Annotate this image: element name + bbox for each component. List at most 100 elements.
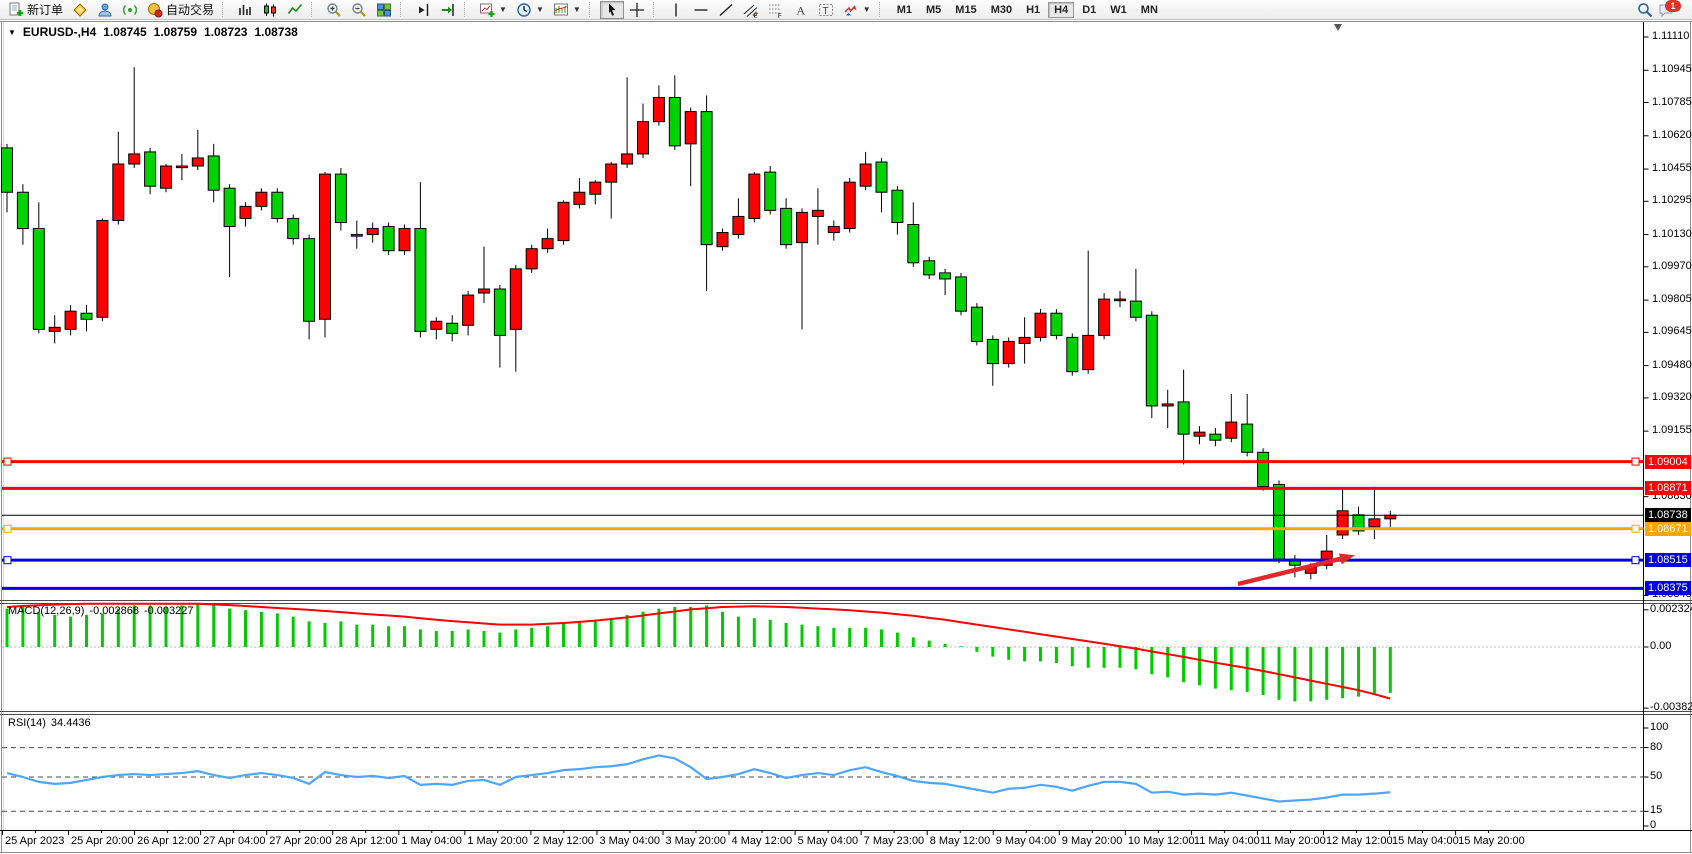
price-line-handle[interactable] (4, 525, 11, 532)
toolbar-separator (464, 2, 471, 17)
arrows-tool-button[interactable]: ▼ (839, 1, 875, 19)
market-stack-button[interactable] (68, 1, 92, 19)
cursor-icon (604, 2, 620, 18)
candle-body (1067, 337, 1078, 371)
price-axis-tick-label: 1.10620 (1652, 129, 1692, 141)
zoom-in-icon (326, 2, 342, 18)
macd-axis-label: 0.00 (1650, 640, 1671, 652)
price-axis-tick-label: 1.09155 (1652, 424, 1692, 436)
accounts-icon (97, 2, 113, 18)
zoom-out-button[interactable] (347, 1, 371, 19)
candle-body (717, 233, 728, 247)
macd-value: -0.002868 (89, 605, 139, 617)
candle-body (1242, 424, 1253, 452)
timeframe-button-h1[interactable]: H1 (1020, 2, 1046, 18)
collapse-triangle-icon[interactable]: ▼ (8, 28, 16, 37)
timeframe-button-m5[interactable]: M5 (920, 2, 947, 18)
bar-chart-button[interactable] (233, 1, 257, 19)
timeframe-group: M1M5M15M30H1H4D1W1MN (890, 2, 1165, 18)
horizontal-line-tool-button[interactable] (689, 1, 713, 19)
candle-body (97, 220, 108, 317)
tile-windows-icon (376, 2, 392, 18)
rsi-axis-label: 15 (1650, 804, 1662, 816)
timeframe-button-m1[interactable]: M1 (891, 2, 918, 18)
rsi-axis-label: 80 (1650, 741, 1662, 753)
time-axis-label: 12 May 12:00 (1326, 835, 1393, 847)
candlestick-chart-button[interactable] (258, 1, 282, 19)
price-line-handle[interactable] (4, 557, 11, 564)
signals-button[interactable] (118, 1, 142, 19)
candle-body (781, 208, 792, 244)
timeframe-button-m30[interactable]: M30 (985, 2, 1018, 18)
chart-canvas[interactable] (0, 0, 1692, 854)
bar-chart-icon (237, 2, 253, 18)
trendline-tool-button[interactable] (714, 1, 738, 19)
candle-body (145, 152, 156, 186)
new-chart-button[interactable]: ▼ (475, 1, 511, 19)
candle-body (1083, 335, 1094, 369)
text-label-tool-button[interactable]: T (814, 1, 838, 19)
auto-trading-button[interactable]: 自动交易 (143, 1, 218, 19)
vertical-line-tool-button[interactable] (664, 1, 688, 19)
candle-body (208, 156, 219, 190)
candlestick-chart-icon (262, 2, 278, 18)
candle-body (908, 224, 919, 262)
timeframe-button-mn[interactable]: MN (1135, 2, 1164, 18)
auto-scroll-button[interactable] (436, 1, 460, 19)
price-axis-tick-label: 1.09645 (1652, 325, 1692, 337)
accounts-button[interactable] (93, 1, 117, 19)
price-line-handle[interactable] (1632, 557, 1639, 564)
timeframe-button-h4[interactable]: H4 (1048, 2, 1074, 18)
fibonacci-tool-button[interactable]: F (764, 1, 788, 19)
zoom-out-icon (351, 2, 367, 18)
candle-body (1369, 519, 1380, 527)
toolbar: 新订单 自动交易 (0, 0, 1692, 20)
zoom-in-button[interactable] (322, 1, 346, 19)
timeframe-button-m15[interactable]: M15 (949, 2, 982, 18)
candle-body (335, 174, 346, 222)
time-axis-label: 11 May 20:00 (1260, 835, 1326, 847)
candle-body (463, 295, 474, 325)
crosshair-tool-button[interactable] (625, 1, 649, 19)
tile-windows-button[interactable] (372, 1, 396, 19)
line-chart-button[interactable] (283, 1, 307, 19)
indicators-button[interactable]: ▼ (549, 1, 585, 19)
search-button[interactable] (1633, 1, 1657, 19)
text-tool-button[interactable]: A (789, 1, 813, 19)
candle-body (971, 307, 982, 341)
price-line-handle[interactable] (4, 458, 11, 465)
chat-button[interactable]: 1 (1658, 2, 1674, 18)
candle-body (1051, 313, 1062, 335)
price-line-handle[interactable] (1632, 458, 1639, 465)
timeframe-button-w1[interactable]: W1 (1104, 2, 1133, 18)
cursor-tool-button[interactable] (600, 1, 624, 19)
new-order-button[interactable]: 新订单 (4, 1, 67, 19)
macd-axis-label: -0.00382 (1650, 701, 1692, 713)
candle-body (1146, 315, 1157, 406)
signals-icon (122, 2, 138, 18)
timeframe-button-d1[interactable]: D1 (1076, 2, 1102, 18)
price-axis-tick-label: 1.10455 (1652, 162, 1692, 174)
chart-shift-marker[interactable] (1334, 24, 1342, 31)
candle-body (669, 97, 680, 145)
candle-body (367, 229, 378, 235)
toolbar-separator (311, 2, 318, 17)
candle-body (240, 206, 251, 218)
rsi-value: 34.4436 (51, 717, 91, 729)
time-axis-label: 8 May 12:00 (930, 835, 991, 847)
rsi-line (7, 755, 1390, 801)
timeframe-clock-button[interactable]: ▼ (512, 1, 548, 19)
auto-trading-label: 自动交易 (166, 1, 214, 18)
candle-body (447, 323, 458, 333)
time-axis-label: 15 May 20:00 (1458, 835, 1525, 847)
candle-body (1194, 432, 1205, 436)
time-axis-label: 3 May 04:00 (599, 835, 660, 847)
candle-body (33, 229, 44, 330)
candle-body (113, 164, 124, 220)
candle-body (351, 235, 362, 237)
chart-shift-button[interactable] (411, 1, 435, 19)
candle-body (765, 172, 776, 210)
price-line-badge: 1.08515 (1645, 553, 1691, 567)
price-line-handle[interactable] (1632, 525, 1639, 532)
channel-tool-button[interactable]: E (739, 1, 763, 19)
